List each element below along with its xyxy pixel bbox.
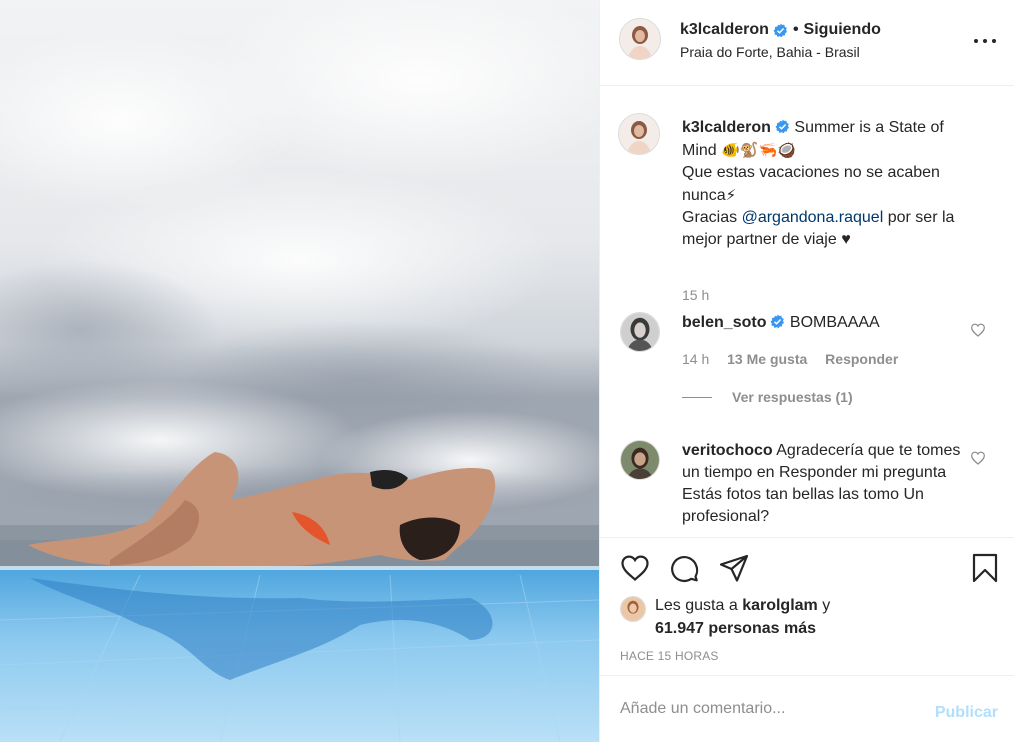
pool-photo-image bbox=[0, 0, 599, 742]
caption-username[interactable]: k3lcalderon bbox=[682, 119, 771, 136]
location-link[interactable]: Praia do Forte, Bahia - Brasil bbox=[680, 44, 860, 60]
comment-likes[interactable]: 13 Me gusta bbox=[727, 351, 807, 367]
instagram-post: k3lcalderon • Siguiendo Praia do Forte, … bbox=[0, 0, 1014, 742]
verified-badge-icon bbox=[770, 314, 785, 329]
mention-link[interactable]: @argandona.raquel bbox=[742, 209, 884, 226]
post-timestamp[interactable]: HACE 15 HORAS bbox=[620, 649, 719, 663]
action-bar: Les gusta a karolglam y 61.947 personas … bbox=[600, 537, 1014, 675]
heart-emoji: ♥ bbox=[841, 231, 851, 248]
caption-text: k3lcalderon Summer is a State of Mind 🐠🐒… bbox=[682, 117, 982, 251]
comment-text: veritochoco Agradecería que te tomes un … bbox=[682, 440, 962, 528]
caption-emojis: 🐠🐒🦐🥥 bbox=[721, 141, 796, 159]
comment-meta: 14 h 13 Me gusta Responder bbox=[682, 351, 898, 367]
verified-badge-icon bbox=[775, 119, 789, 134]
header-username[interactable]: k3lcalderon bbox=[680, 21, 769, 39]
comment-body: BOMBAAAA bbox=[789, 314, 880, 331]
separator-dot: • bbox=[792, 21, 799, 38]
avatar[interactable] bbox=[620, 312, 660, 352]
lightning-emoji: ⚡ bbox=[725, 186, 737, 204]
likes-text: Les gusta a karolglam y bbox=[655, 597, 830, 615]
comment-time[interactable]: 14 h bbox=[682, 351, 709, 367]
comment-icon[interactable] bbox=[668, 552, 700, 584]
comment-heart-icon[interactable] bbox=[970, 450, 986, 466]
avatar[interactable] bbox=[618, 113, 660, 155]
share-icon[interactable] bbox=[718, 552, 750, 584]
header-username-row: k3lcalderon • Siguiendo bbox=[680, 21, 881, 39]
liker-username[interactable]: karolglam bbox=[742, 597, 818, 614]
post-header: k3lcalderon • Siguiendo Praia do Forte, … bbox=[600, 0, 1014, 86]
following-button[interactable]: Siguiendo bbox=[804, 21, 881, 39]
post-photo[interactable] bbox=[0, 0, 599, 742]
reply-button[interactable]: Responder bbox=[825, 351, 898, 367]
caption-time[interactable]: 15 h bbox=[682, 287, 709, 303]
comments-list[interactable]: k3lcalderon Summer is a State of Mind 🐠🐒… bbox=[600, 87, 1014, 537]
publish-button[interactable]: Publicar bbox=[935, 704, 998, 722]
likes-conjunction: y bbox=[822, 597, 831, 614]
bookmark-icon[interactable] bbox=[969, 552, 1001, 584]
likes-prefix: Les gusta a bbox=[655, 597, 738, 614]
post-details-panel: k3lcalderon • Siguiendo Praia do Forte, … bbox=[599, 0, 1014, 742]
likes-count[interactable]: 61.947 personas más bbox=[655, 620, 816, 638]
liker-avatar[interactable] bbox=[620, 596, 646, 622]
view-replies-button[interactable]: Ver respuestas (1) bbox=[682, 389, 853, 405]
verified-badge-icon bbox=[773, 22, 787, 37]
comment-text: belen_soto BOMBAAAA bbox=[682, 312, 962, 334]
comment-username[interactable]: veritochoco bbox=[682, 442, 773, 459]
heart-icon[interactable] bbox=[619, 552, 651, 584]
caption-line2: Que estas vacaciones no se acaben nunca bbox=[682, 164, 940, 204]
comment-heart-icon[interactable] bbox=[970, 322, 986, 338]
replies-line bbox=[682, 396, 712, 398]
add-comment-bar: Publicar bbox=[600, 675, 1014, 742]
avatar[interactable] bbox=[620, 440, 660, 480]
view-replies-label: Ver respuestas (1) bbox=[732, 389, 853, 405]
comment-input[interactable] bbox=[620, 694, 920, 724]
more-options-icon[interactable] bbox=[974, 30, 996, 52]
avatar[interactable] bbox=[619, 18, 661, 60]
comment-username[interactable]: belen_soto bbox=[682, 314, 766, 331]
caption-thanks: Gracias bbox=[682, 209, 738, 226]
